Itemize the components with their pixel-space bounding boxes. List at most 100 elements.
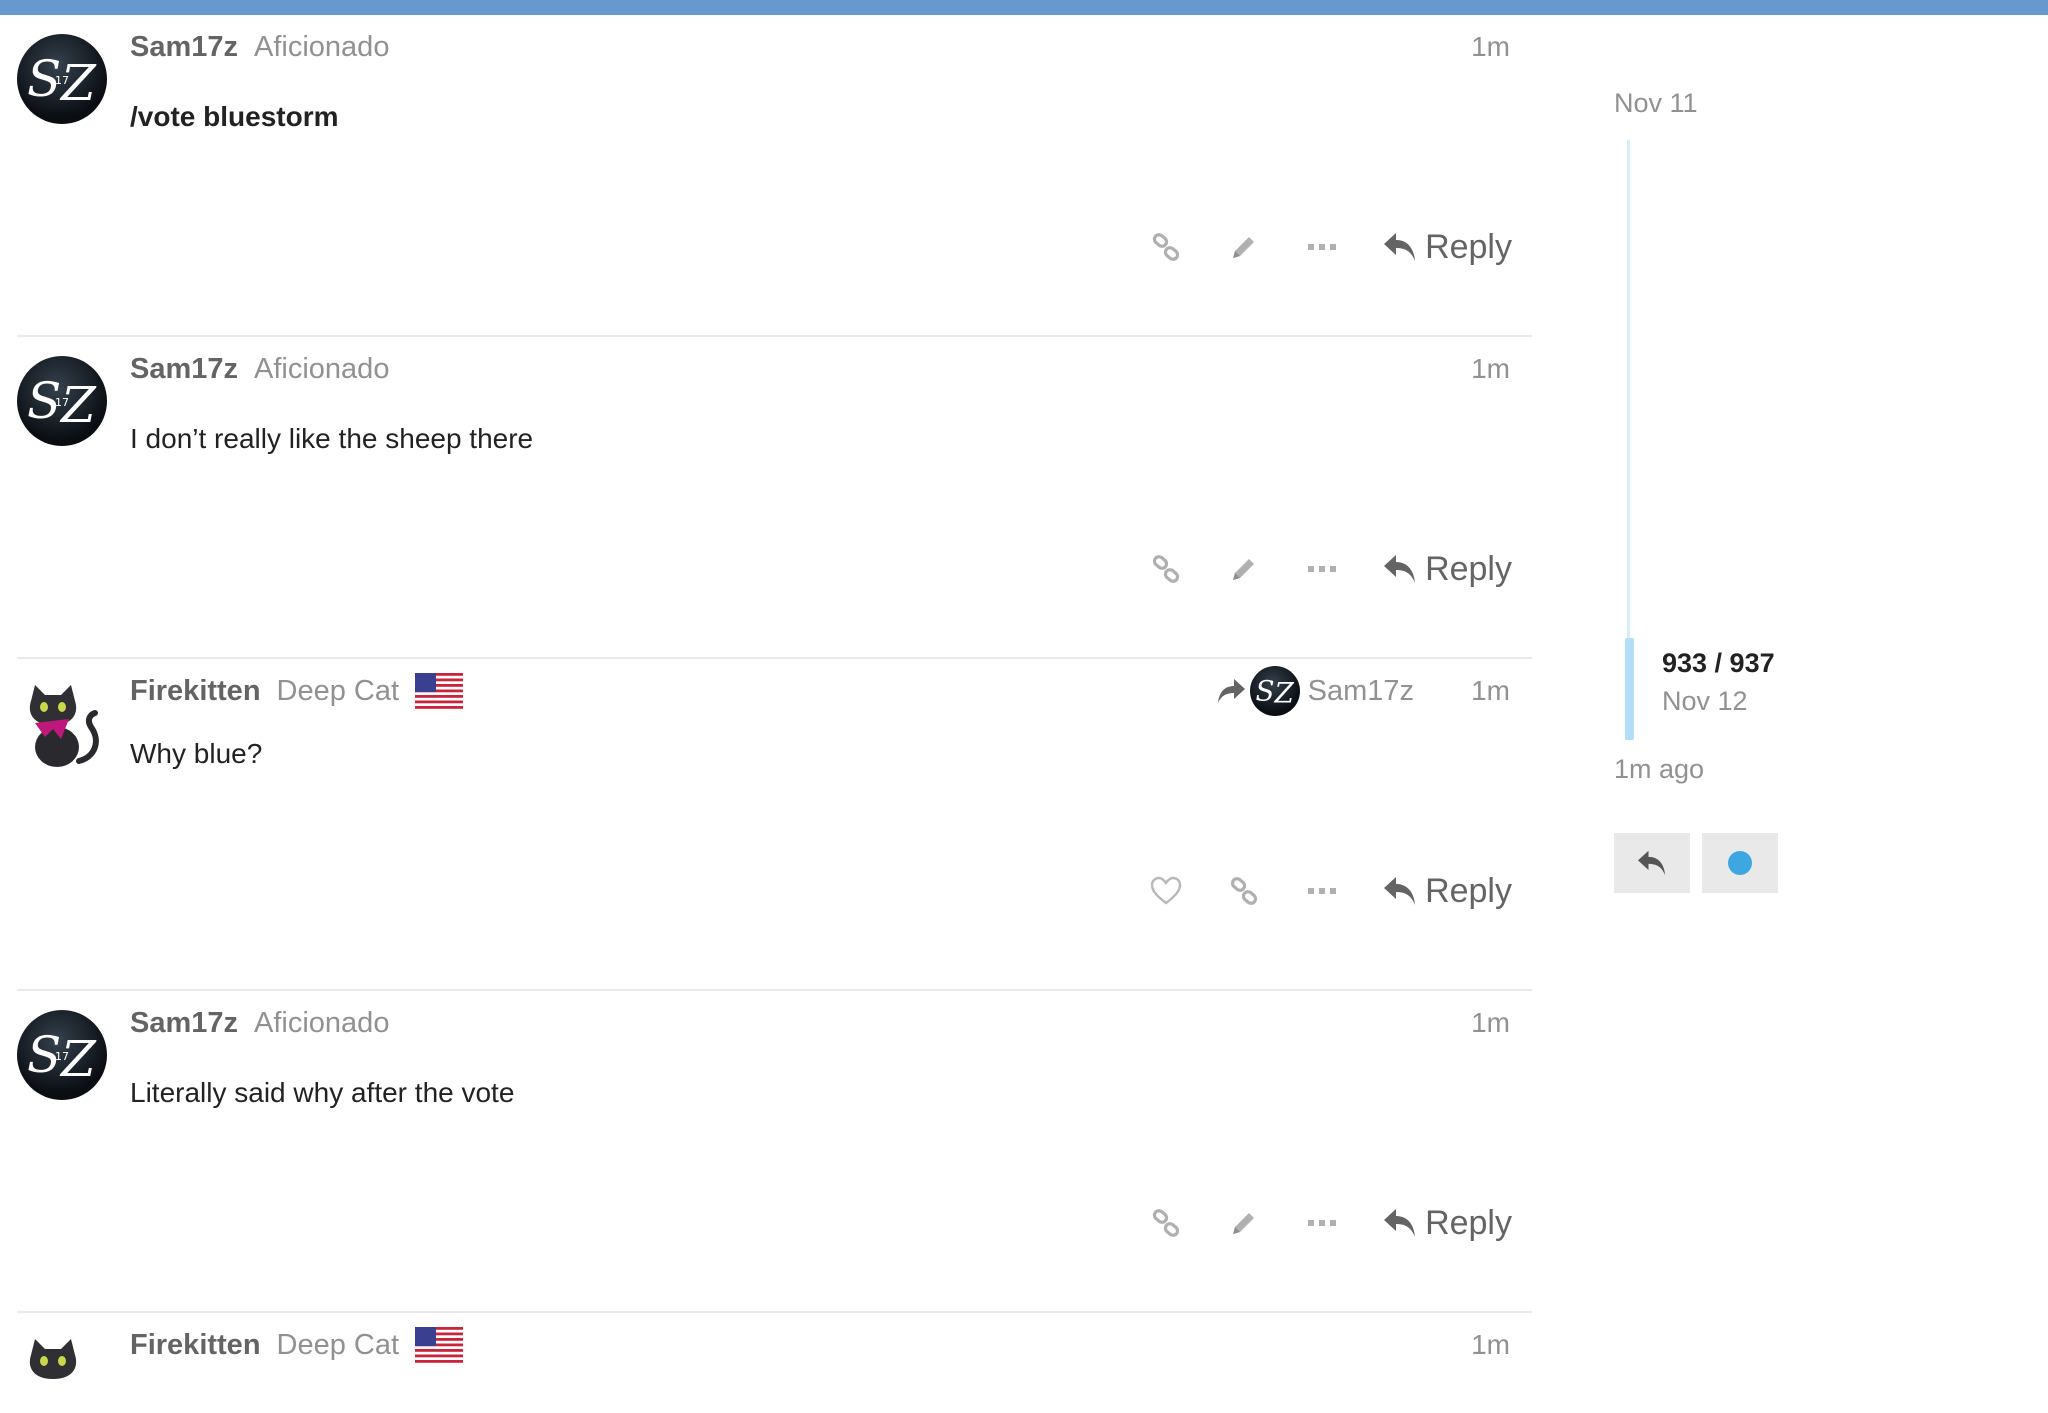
reply-to-tab[interactable]: SZ Sam17z xyxy=(1216,666,1414,716)
post-actions: Reply xyxy=(1127,223,1512,271)
more-icon xyxy=(1308,244,1337,250)
more-button[interactable] xyxy=(1283,545,1361,593)
reply-button[interactable]: Reply xyxy=(1383,1199,1512,1247)
more-button[interactable] xyxy=(1283,223,1361,271)
user-title: Deep Cat xyxy=(276,1328,400,1361)
svg-text:17: 17 xyxy=(55,396,69,409)
user-title: Aficionado xyxy=(254,1006,390,1039)
timeline-start-date[interactable]: Nov 11 xyxy=(1614,88,1698,119)
post: S Z 17 Sam17z Aficionado 1m Literally sa… xyxy=(17,991,1532,1313)
timeline-position: 933 / 937 xyxy=(1662,648,1775,678)
post-date[interactable]: 1m xyxy=(1471,1325,1510,1365)
link-icon xyxy=(1152,555,1180,583)
avatar-logo-icon: S Z 17 xyxy=(27,372,97,434)
svg-text:17: 17 xyxy=(55,74,69,87)
topic-timeline: Nov 11 933 / 937 Nov 12 1m ago xyxy=(1614,80,1874,920)
more-button[interactable] xyxy=(1283,867,1361,915)
copy-link-button[interactable] xyxy=(1127,223,1205,271)
timeline-current-date: Nov 12 xyxy=(1662,686,1748,716)
post-actions: Reply xyxy=(1127,545,1512,593)
svg-text:17: 17 xyxy=(55,1050,69,1063)
reply-label: Reply xyxy=(1425,1203,1512,1242)
edit-button[interactable] xyxy=(1205,1199,1283,1247)
timeline-last-activity[interactable]: 1m ago xyxy=(1614,754,1704,785)
post: S Z 17 Sam17z Aficionado 1m I don’t real… xyxy=(17,337,1532,659)
reply-to-username: Sam17z xyxy=(1307,674,1414,707)
post-stream: S Z 17 Sam17z Aficionado 1m /vote bluest… xyxy=(0,15,1540,1413)
pencil-icon xyxy=(1233,559,1255,580)
post-author: Sam17z Aficionado xyxy=(130,349,389,389)
username[interactable]: Sam17z xyxy=(130,1007,238,1040)
post-body: /vote bluestorm xyxy=(130,101,339,132)
post-date[interactable]: 1m xyxy=(1471,671,1510,711)
pencil-icon xyxy=(1233,237,1255,258)
post-date[interactable]: 1m xyxy=(1471,349,1510,389)
more-icon xyxy=(1308,888,1337,894)
more-icon xyxy=(1308,566,1337,572)
username[interactable]: Firekitten xyxy=(130,675,261,708)
svg-text:S: S xyxy=(1255,674,1274,707)
link-icon xyxy=(1230,877,1258,905)
user-title: Aficionado xyxy=(254,30,390,63)
reply-label: Reply xyxy=(1425,227,1512,266)
timeline-controls xyxy=(1614,833,1790,893)
reply-button[interactable]: Reply xyxy=(1383,545,1512,593)
post: S Z 17 Sam17z Aficionado 1m /vote bluest… xyxy=(17,15,1532,337)
reply-icon xyxy=(1384,233,1416,261)
reply-button[interactable]: Reply xyxy=(1383,223,1512,271)
reply-button[interactable]: Reply xyxy=(1383,867,1512,915)
copy-link-button[interactable] xyxy=(1127,1199,1205,1247)
post-actions: Reply xyxy=(1127,867,1512,915)
post-author: Firekitten Deep Cat xyxy=(130,1325,464,1365)
avatar-logo-icon: S Z 17 xyxy=(27,50,97,112)
copy-link-button[interactable] xyxy=(1127,545,1205,593)
us-flag-icon xyxy=(415,1327,464,1363)
like-button[interactable] xyxy=(1127,867,1205,915)
reply-icon xyxy=(1384,1209,1416,1237)
post-body: I don’t really like the sheep there xyxy=(130,423,534,454)
post: Firekitten Deep Cat 1m xyxy=(17,1313,1532,1413)
avatar[interactable]: S Z 17 xyxy=(17,1010,107,1100)
reply-to-avatar: SZ xyxy=(1249,666,1300,716)
post: Firekitten Deep Cat SZ Sam17z 1m Why blu… xyxy=(17,659,1532,991)
us-flag-icon xyxy=(415,673,464,709)
pencil-icon xyxy=(1233,1213,1255,1234)
reply-icon xyxy=(1384,555,1416,583)
username[interactable]: Sam17z xyxy=(130,353,238,386)
share-arrow-icon xyxy=(1217,679,1245,703)
timeline-handle[interactable] xyxy=(1625,638,1634,740)
avatar[interactable]: S Z 17 xyxy=(17,34,107,124)
svg-text:Z: Z xyxy=(1273,677,1294,710)
cat-avatar-icon xyxy=(29,685,99,767)
reply-label: Reply xyxy=(1425,549,1512,588)
edit-button[interactable] xyxy=(1205,545,1283,593)
avatar[interactable] xyxy=(17,681,107,771)
heart-icon xyxy=(1150,876,1182,905)
more-icon xyxy=(1308,1220,1337,1226)
post-actions: Reply xyxy=(1127,1199,1512,1247)
post-body: Literally said why after the vote xyxy=(130,1077,515,1108)
user-title: Deep Cat xyxy=(276,674,400,707)
username[interactable]: Sam17z xyxy=(130,31,238,64)
post-date[interactable]: 1m xyxy=(1471,27,1510,67)
edit-button[interactable] xyxy=(1205,223,1283,271)
link-icon xyxy=(1152,1209,1180,1237)
reply-icon xyxy=(1384,877,1416,905)
back-button[interactable] xyxy=(1614,833,1690,893)
copy-link-button[interactable] xyxy=(1205,867,1283,915)
reply-icon xyxy=(1638,850,1666,876)
avatar[interactable]: S Z 17 xyxy=(17,356,107,446)
post-author: Firekitten Deep Cat xyxy=(130,671,464,711)
username[interactable]: Firekitten xyxy=(130,1329,261,1362)
avatar-logo-icon: S Z 17 xyxy=(27,1026,97,1088)
post-body: Why blue? xyxy=(130,738,263,769)
post-author: Sam17z Aficionado xyxy=(130,1003,389,1043)
notification-level-button[interactable] xyxy=(1702,833,1778,893)
post-date[interactable]: 1m xyxy=(1471,1003,1510,1043)
more-button[interactable] xyxy=(1283,1199,1361,1247)
link-icon xyxy=(1152,233,1180,261)
header-bar xyxy=(0,0,2048,15)
unread-dot-icon xyxy=(1728,851,1752,875)
user-title: Aficionado xyxy=(254,352,390,385)
reply-label: Reply xyxy=(1425,871,1512,910)
